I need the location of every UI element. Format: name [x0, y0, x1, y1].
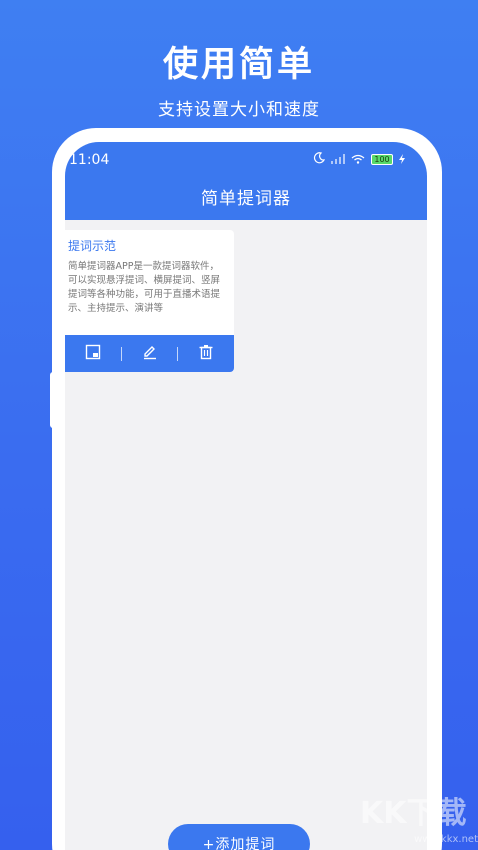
- float-window-button[interactable]: [65, 335, 121, 372]
- promo-headline: 使用简单: [162, 45, 315, 85]
- battery-icon: 100: [371, 154, 393, 165]
- edit-button[interactable]: [122, 335, 178, 372]
- watermark-brand: KK下载: [360, 796, 467, 831]
- prompt-card-actions: [65, 335, 234, 372]
- app-title: 简单提词器: [201, 189, 291, 209]
- status-time: 11:04: [69, 152, 110, 168]
- watermark-url: www.kkx.net: [414, 834, 478, 845]
- app-header: 11:04 100 简单提词器: [65, 142, 427, 220]
- charging-icon: [399, 153, 405, 167]
- promo-subline: 支持设置大小和速度: [158, 100, 320, 120]
- window-icon: [85, 344, 101, 364]
- app-screen: 11:04 100 简单提词器 提词示范 简单提词器APP是一款提词器软件，可以…: [65, 142, 427, 850]
- add-prompt-button[interactable]: +添加提词: [168, 824, 310, 850]
- delete-button[interactable]: [178, 335, 234, 372]
- status-icons: 100: [313, 152, 405, 167]
- trash-icon: [198, 344, 214, 364]
- wifi-icon: [351, 153, 365, 167]
- signal-icon: [331, 153, 345, 167]
- watermark-logo: KK下载: [360, 790, 478, 831]
- prompt-card-title: 提词示范: [68, 239, 117, 253]
- moon-icon: [313, 152, 326, 167]
- prompt-card-body: 简单提词器APP是一款提词器软件，可以实现悬浮提词、横屏提词、竖屏提词等各种功能…: [68, 261, 221, 314]
- prompt-card[interactable]: 提词示范 简单提词器APP是一款提词器软件，可以实现悬浮提词、横屏提词、竖屏提词…: [65, 230, 234, 372]
- edit-icon: [142, 344, 158, 364]
